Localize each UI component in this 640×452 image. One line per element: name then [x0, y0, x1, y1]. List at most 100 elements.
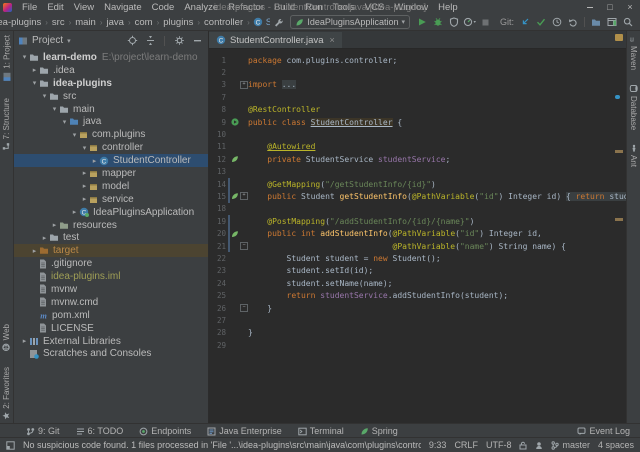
spring-bean-gutter-icon[interactable] [230, 155, 240, 163]
breadcrumb-item[interactable]: controller [203, 17, 244, 28]
tree-row-idea-plugins[interactable]: ▾idea-plugins [14, 77, 208, 90]
collapse-all-button[interactable] [143, 35, 157, 46]
tree-row-mvnw[interactable]: mvnw [14, 283, 208, 296]
fold-toggle-icon[interactable]: − [240, 242, 248, 250]
tree-row-model[interactable]: ▸model [14, 180, 208, 193]
tree-row-mapper[interactable]: ▸mapper [14, 167, 208, 180]
code-line-28[interactable]: 28} [209, 327, 626, 339]
tree-row-learn-demo[interactable]: ▾learn-demoE:\project\learn-demo [14, 51, 208, 64]
run-button[interactable] [414, 15, 430, 29]
chevron-right-icon[interactable]: ▸ [30, 247, 39, 255]
inspections-profile-icon[interactable] [535, 441, 543, 450]
tree-row-java[interactable]: ▾java [14, 115, 208, 128]
minimize-button[interactable] [580, 0, 600, 14]
coverage-button[interactable] [446, 15, 462, 29]
menu-navigate[interactable]: Navigate [99, 2, 147, 13]
project-panel-title[interactable]: Project [32, 35, 63, 46]
debug-button[interactable] [430, 15, 446, 29]
breadcrumb-item[interactable]: com [134, 17, 154, 28]
code-line-1[interactable]: 1package com.plugins.controller; [209, 54, 626, 66]
chevron-right-icon[interactable]: ▸ [90, 157, 99, 165]
tree-row-license[interactable]: LICENSE [14, 322, 208, 335]
tool-stripe-2-favorites[interactable]: 2: Favorites [2, 367, 11, 420]
file-encoding[interactable]: UTF-8 [486, 440, 512, 450]
maximize-button[interactable]: □ [600, 0, 620, 14]
editor-tab[interactable]: C StudentController.java × [209, 32, 342, 48]
menu-view[interactable]: View [69, 2, 99, 13]
chevron-down-icon[interactable]: ▾ [30, 79, 39, 87]
tree-row-idea-plugins-iml[interactable]: idea-plugins.iml [14, 270, 208, 283]
tool-stripe-7-structure[interactable]: 7: Structure [2, 98, 11, 150]
tree-row-target[interactable]: ▸target [14, 244, 208, 257]
code-line-24[interactable]: 24 student.setName(name); [209, 277, 626, 289]
chevron-down-icon[interactable]: ▾ [40, 92, 49, 100]
tree-row--gitignore[interactable]: .gitignore [14, 257, 208, 270]
tree-row-resources[interactable]: ▸resources [14, 219, 208, 232]
tree-row-service[interactable]: ▸service [14, 193, 208, 206]
gear-icon[interactable] [172, 35, 186, 46]
tool-window-button-endpoints[interactable]: Endpoints [139, 426, 191, 436]
menu-file[interactable]: File [17, 2, 42, 13]
code-line-27[interactable]: 27 [209, 314, 626, 326]
code-line-22[interactable]: 22 Student student = new Student(); [209, 252, 626, 264]
search-everywhere-button[interactable] [620, 15, 636, 29]
locate-file-button[interactable] [125, 35, 139, 46]
code-line-2[interactable]: 2 [209, 66, 626, 78]
breadcrumb-item[interactable]: main [74, 17, 97, 28]
breadcrumb-item[interactable]: java [106, 17, 125, 28]
code-line-10[interactable]: 10 [209, 128, 626, 140]
tree-row-controller[interactable]: ▾controller [14, 141, 208, 154]
rollback-button[interactable] [565, 15, 581, 29]
close-tab-icon[interactable]: × [329, 35, 334, 45]
fold-toggle-icon[interactable]: + [240, 192, 248, 200]
profiler-button[interactable] [462, 15, 478, 29]
tree-row-studentcontroller[interactable]: ▸CStudentController [14, 154, 208, 167]
tool-stripe-maven[interactable]: mMaven [629, 35, 638, 70]
menu-help[interactable]: Help [433, 2, 463, 13]
code-line-3[interactable]: 3+import ... [209, 79, 626, 91]
chevron-down-icon[interactable]: ▾ [70, 131, 79, 139]
chevron-down-icon[interactable]: ▾ [80, 144, 89, 152]
git-branch-widget[interactable]: master [551, 440, 590, 450]
code-line-8[interactable]: 8@RestController [209, 104, 626, 116]
chevron-right-icon[interactable]: ▸ [30, 66, 39, 74]
chevron-down-icon[interactable]: ▾ [20, 53, 29, 61]
event-log-button[interactable]: Event Log [577, 426, 630, 436]
chevron-right-icon[interactable]: ▸ [80, 195, 89, 203]
tree-row-ideapluginsapplication[interactable]: ▸CIdeaPluginsApplication [14, 206, 208, 219]
tool-window-button-spring[interactable]: Spring [360, 426, 398, 436]
tool-window-button-java-enterprise[interactable]: Java Enterprise [207, 426, 282, 436]
tree-row-external-libraries[interactable]: ▸External Libraries [14, 335, 208, 348]
code-line-23[interactable]: 23 student.setId(id); [209, 265, 626, 277]
chevron-right-icon[interactable]: ▸ [40, 234, 49, 242]
lock-icon[interactable] [519, 441, 527, 450]
breadcrumb-item[interactable]: idea-plugins [0, 17, 42, 28]
tool-window-button-9-git[interactable]: 9: Git [26, 426, 60, 436]
chevron-down-icon[interactable]: ▾ [67, 37, 71, 45]
code-line-15[interactable]: 15+ public Student getStudentInfo(@PathV… [209, 190, 626, 202]
code-line-25[interactable]: 25 return studentService.addStudentInfo(… [209, 289, 626, 301]
fold-toggle-icon[interactable]: + [240, 81, 248, 89]
tree-row-mvnw-cmd[interactable]: mvnw.cmd [14, 296, 208, 309]
code-line-26[interactable]: 26− } [209, 302, 626, 314]
menu-code[interactable]: Code [147, 2, 180, 13]
code-line-13[interactable]: 13 [209, 166, 626, 178]
tool-stripe-ant[interactable]: Ant [629, 144, 638, 167]
code-line-7[interactable]: 7 [209, 91, 626, 103]
chevron-right-icon[interactable]: ▸ [20, 337, 29, 345]
code-editor[interactable]: 1package com.plugins.controller;23+impor… [209, 49, 626, 424]
breadcrumb-item[interactable]: src [51, 17, 66, 28]
chevron-right-icon[interactable]: ▸ [70, 208, 79, 216]
stop-button[interactable] [478, 15, 494, 29]
history-button[interactable] [549, 15, 565, 29]
status-message[interactable]: No suspicious code found. 1 files proces… [23, 440, 421, 450]
code-line-12[interactable]: 12 private StudentService studentService… [209, 153, 626, 165]
code-line-18[interactable]: 18 [209, 203, 626, 215]
inspection-indicator[interactable] [615, 34, 623, 41]
breadcrumb-item[interactable]: plugins [162, 17, 194, 28]
tool-stripe-web[interactable]: Web [2, 324, 11, 351]
chevron-right-icon[interactable]: ▸ [80, 169, 89, 177]
tool-stripe-database[interactable]: Database [629, 84, 638, 130]
chevron-down-icon[interactable]: ▾ [60, 118, 69, 126]
code-line-21[interactable]: 21− @PathVariable("name") String name) { [209, 240, 626, 252]
